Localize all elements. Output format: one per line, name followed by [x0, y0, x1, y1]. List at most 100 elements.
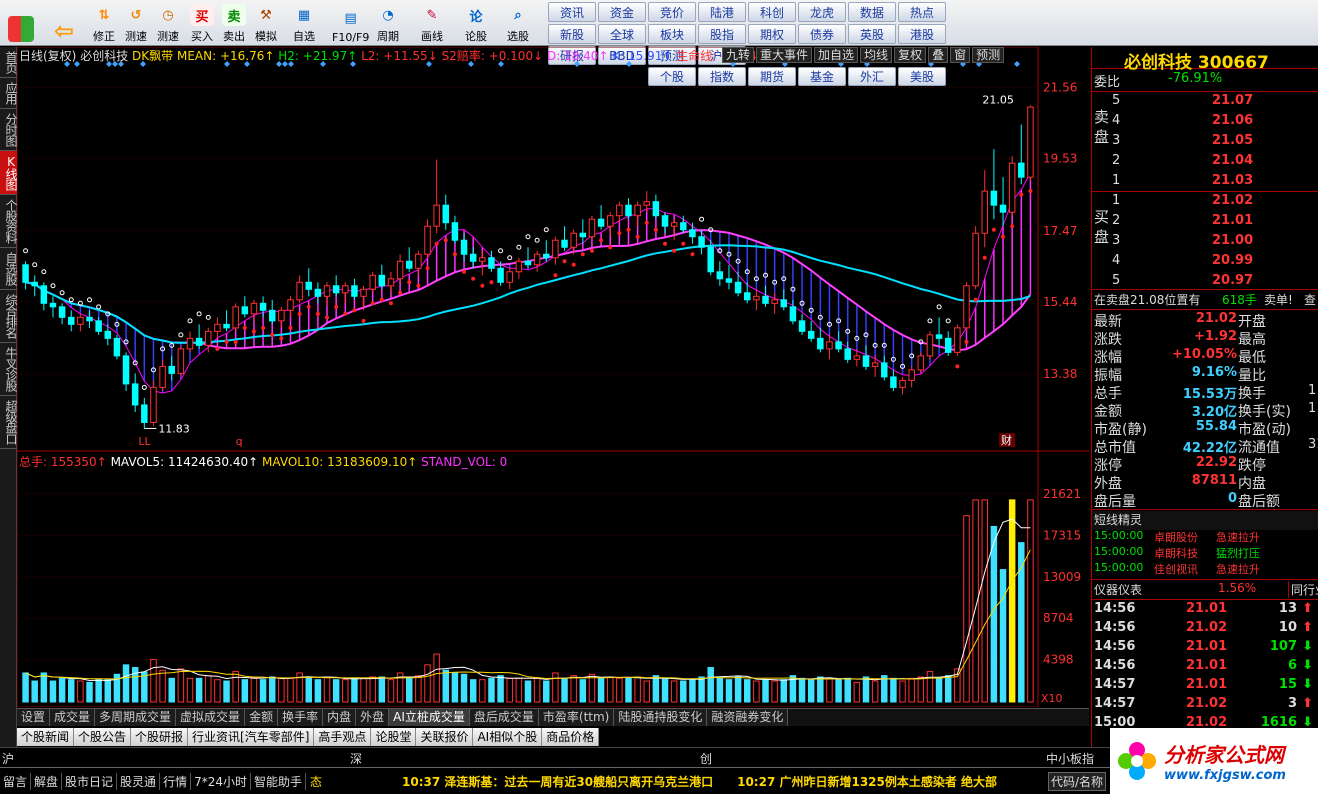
volume-bar[interactable] [981, 499, 988, 703]
candle[interactable] [588, 218, 596, 238]
leftnav-item[interactable]: 个股资料 [0, 195, 18, 248]
volume-bar[interactable] [908, 677, 915, 703]
candle[interactable] [999, 204, 1007, 213]
indicator-tab[interactable]: 外盘 [356, 709, 390, 726]
candle[interactable] [652, 201, 660, 217]
volume-bar[interactable] [195, 677, 203, 703]
volume-bar[interactable] [104, 679, 112, 703]
news-tab[interactable]: 高手观点 [314, 728, 372, 746]
candle[interactable] [807, 330, 815, 339]
candle[interactable] [86, 316, 93, 322]
volume-bar[interactable] [22, 672, 29, 703]
candle[interactable] [159, 365, 166, 388]
candle[interactable] [497, 267, 504, 283]
candle[interactable] [561, 239, 568, 248]
volume-bar[interactable] [515, 677, 523, 703]
news-tab[interactable]: 行业资讯[汽车零部件] [188, 728, 315, 746]
toolbar-grid-item[interactable]: 陆港 [698, 2, 746, 22]
watchlist-button[interactable]: ▦ 自选 [292, 2, 316, 44]
candle[interactable] [442, 204, 450, 224]
volume-bar[interactable] [890, 677, 897, 703]
volume-bar[interactable] [1027, 499, 1034, 703]
volume-bar[interactable] [552, 672, 559, 703]
candle[interactable] [798, 320, 806, 332]
news-tab[interactable]: 论股堂 [371, 728, 417, 746]
volume-bar[interactable] [588, 673, 596, 703]
cy-index[interactable]: 创 [700, 750, 712, 767]
candle[interactable] [332, 285, 340, 294]
zxb-index[interactable]: 中小板指 [1046, 750, 1094, 767]
revert-button[interactable]: ↺ 测速 [124, 2, 148, 44]
volume-bar[interactable] [579, 679, 587, 703]
forum-button[interactable]: 论论股 [464, 2, 488, 44]
toolbar-grid-item[interactable]: 债券 [798, 24, 846, 44]
candle[interactable] [378, 274, 386, 287]
candle[interactable] [543, 253, 550, 259]
news-tab[interactable]: 关联报价 [416, 728, 474, 746]
candle[interactable] [817, 337, 824, 350]
code-search-input[interactable]: 代码/名称 [1047, 771, 1106, 791]
candle[interactable] [780, 299, 788, 308]
leftnav-item[interactable]: K线图 [0, 151, 18, 195]
candle[interactable] [506, 271, 513, 283]
volume-bar[interactable] [342, 679, 349, 703]
candle[interactable] [853, 355, 861, 360]
period-button[interactable]: ◔ 周期 [376, 2, 400, 44]
volume-bar[interactable] [999, 569, 1007, 703]
volume-bar[interactable] [616, 677, 623, 703]
volume-bar[interactable] [862, 676, 870, 703]
status-item[interactable]: 股灵通 [117, 772, 161, 790]
volume-bar[interactable] [533, 677, 541, 703]
leftnav-item[interactable]: 自选股 [0, 248, 18, 290]
candle[interactable] [150, 386, 157, 423]
sh-index[interactable]: 沪 [2, 750, 14, 767]
candle[interactable] [862, 355, 870, 367]
volume-bar[interactable] [460, 673, 468, 703]
marker-cai[interactable]: 财 [1001, 433, 1012, 447]
book-row[interactable]: 1 21.03 [1092, 173, 1318, 192]
candle[interactable] [944, 337, 952, 353]
toolbar-grid-item[interactable]: 龙虎 [798, 2, 846, 22]
volume-bar[interactable] [205, 675, 212, 703]
volume-bar[interactable] [707, 667, 714, 703]
news-tab[interactable]: 个股公告 [74, 728, 132, 746]
buy-button[interactable]: 买买入 [190, 2, 214, 44]
candle[interactable] [579, 232, 587, 238]
book-row[interactable]: 2 21.01 [1092, 213, 1318, 232]
candle[interactable] [323, 285, 331, 297]
candle[interactable] [177, 348, 185, 374]
book-row[interactable]: 4 20.99 [1092, 253, 1318, 272]
candle[interactable] [899, 379, 906, 388]
candle[interactable] [49, 302, 57, 308]
candle[interactable] [835, 341, 842, 350]
candle[interactable] [68, 316, 75, 325]
candle[interactable] [451, 222, 459, 241]
volume-bar[interactable] [835, 679, 842, 703]
volume-bar[interactable] [177, 668, 185, 703]
modify-button[interactable]: ⇅ 修正 [92, 2, 116, 44]
chart-top-button[interactable]: 窗 [950, 47, 971, 63]
toolbar-grid-item[interactable]: 资讯 [548, 2, 596, 22]
candle[interactable] [287, 299, 294, 311]
candle[interactable] [360, 288, 367, 297]
candle[interactable] [716, 271, 724, 280]
candle[interactable] [515, 260, 523, 273]
candle[interactable] [680, 222, 687, 231]
indicator-tab[interactable]: 内盘 [323, 709, 357, 726]
volume-bar[interactable] [917, 676, 925, 703]
status-item[interactable]: 7*24小时 [191, 772, 251, 790]
leftnav-item[interactable]: 应用 [0, 78, 18, 109]
volume-bar[interactable] [689, 679, 696, 703]
volume-bar[interactable] [497, 675, 504, 703]
candle[interactable] [31, 281, 38, 287]
leftnav-item[interactable]: 综合排名 [0, 290, 18, 343]
candle[interactable] [552, 239, 559, 259]
volume-bar[interactable] [643, 680, 650, 703]
toolbar-grid-item[interactable]: 新股 [548, 24, 596, 44]
volume-bar[interactable] [268, 676, 276, 703]
book-row[interactable]: 3 21.00 [1092, 233, 1318, 252]
volume-bar[interactable] [488, 677, 495, 703]
volume-bar[interactable] [680, 680, 687, 703]
candle[interactable] [278, 309, 285, 322]
candle[interactable] [771, 299, 778, 304]
